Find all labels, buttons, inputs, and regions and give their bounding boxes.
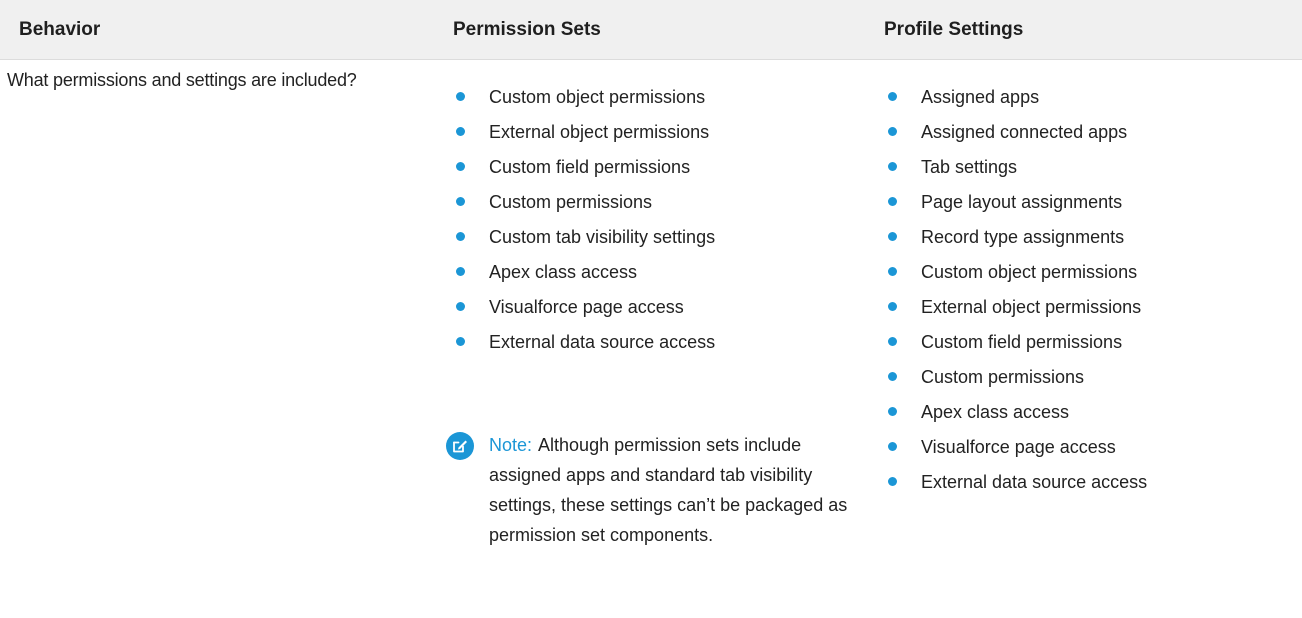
bullet-icon <box>888 197 897 206</box>
bullet-icon <box>456 302 465 311</box>
bullet-icon <box>456 197 465 206</box>
bullet-icon <box>888 92 897 101</box>
bullet-icon <box>456 127 465 136</box>
bullet-icon <box>888 372 897 381</box>
bullet-icon <box>456 267 465 276</box>
bullet-icon <box>888 232 897 241</box>
behavior-cell: What permissions and settings are includ… <box>7 70 357 90</box>
bullet-icon <box>888 267 897 276</box>
edit-note-icon <box>446 432 474 460</box>
note-text: Although permission sets include assigne… <box>489 435 848 545</box>
note-body: Note: Although permission sets include as… <box>489 430 874 550</box>
bullet-icon <box>888 162 897 171</box>
header-profile-settings: Profile Settings <box>884 19 1024 40</box>
comparison-table: Behavior Permission Sets Profile Setting… <box>0 0 1302 618</box>
bullet-icon <box>888 477 897 486</box>
bullet-icon <box>888 442 897 451</box>
bullet-icon <box>888 127 897 136</box>
header-behavior: Behavior <box>19 19 101 40</box>
bullet-icon <box>888 337 897 346</box>
bullet-icon <box>888 407 897 416</box>
bullet-icon <box>888 302 897 311</box>
bullet-icon <box>456 337 465 346</box>
bullet-icon <box>456 92 465 101</box>
table-header-row: Behavior Permission Sets Profile Setting… <box>0 0 1302 60</box>
header-permission-sets: Permission Sets <box>453 19 601 40</box>
note-label: Note: <box>489 435 533 455</box>
bullet-icon <box>456 232 465 241</box>
bullet-icon <box>456 162 465 171</box>
